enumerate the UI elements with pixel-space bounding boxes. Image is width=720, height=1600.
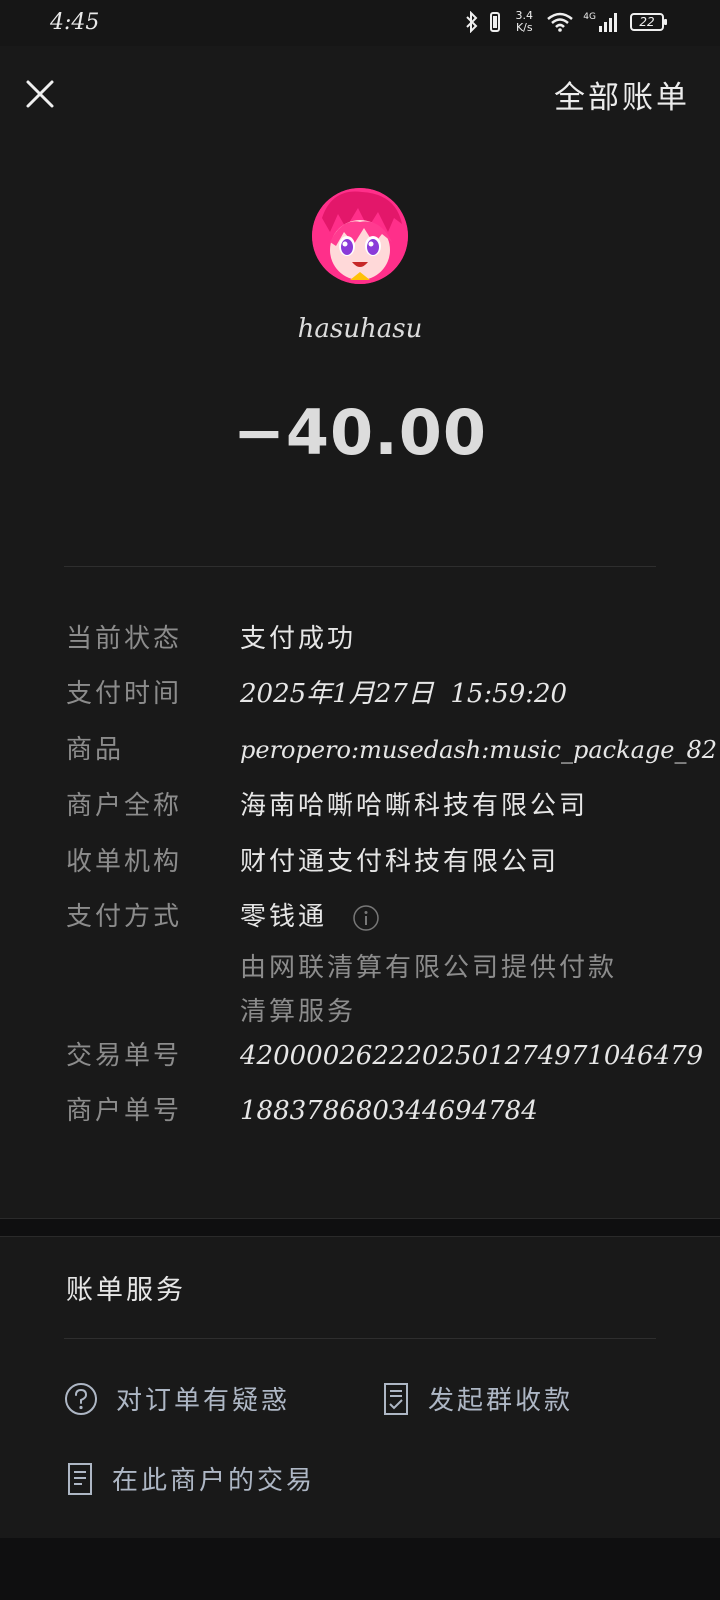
close-icon [26, 80, 54, 108]
merchant-label: 商户全称 [66, 791, 183, 821]
product-label: 商品 [66, 735, 125, 765]
acquirer-label: 收单机构 [66, 847, 183, 877]
order-question-label: 对订单有疑惑 [116, 1386, 291, 1416]
battery-indicator: 22 [630, 13, 667, 31]
section-separator [0, 1236, 720, 1237]
bluetooth-icon [466, 11, 478, 33]
payee-name: hasuhasu [297, 314, 423, 344]
group-collect-label: 发起群收款 [428, 1386, 574, 1416]
order-question-button[interactable]: 对订单有疑惑 [64, 1380, 290, 1417]
merchant-transactions-label: 在此商户的交易 [112, 1466, 316, 1496]
divider [64, 566, 656, 567]
merchant-order-label: 商户单号 [66, 1096, 183, 1126]
transaction-label: 交易单号 [66, 1041, 183, 1071]
wifi-icon [547, 12, 574, 32]
network-speed-unit: K/s [515, 21, 533, 34]
time-label: 支付时间 [66, 679, 183, 709]
merchant-transactions-button[interactable]: 在此商户的交易 [66, 1460, 315, 1497]
close-button[interactable] [20, 74, 60, 114]
signal-icon [599, 13, 617, 32]
payment-amount: −40.00 [232, 396, 488, 469]
anime-character-avatar-icon [312, 188, 408, 284]
all-bills-link[interactable]: 全部账单 [554, 72, 690, 117]
status-icons: 3.4 K/s 4G 22 [465, 10, 667, 34]
product-value: peropero:musedash:music_package_82 [240, 736, 718, 764]
avatar [312, 188, 408, 284]
network-speed: 3.4 K/s [511, 10, 537, 34]
question-circle-icon [65, 1382, 97, 1415]
merchant-order-number[interactable]: 188378680344694784 [240, 1094, 538, 1128]
method-label: 支付方式 [66, 902, 183, 932]
status-bar: 4:45 3.4 K/s 4G 22 [0, 0, 720, 46]
status-value: 支付成功 [240, 624, 357, 654]
section-separator [0, 1218, 720, 1219]
merchant-value: 海南哈嘶哈嘶科技有限公司 [240, 791, 589, 821]
divider [64, 1338, 656, 1339]
network-type: 4G [583, 12, 596, 22]
status-time: 4:45 [50, 10, 100, 35]
vibrate-icon [490, 12, 501, 32]
bill-services-title: 账单服务 [66, 1275, 186, 1306]
info-icon[interactable] [353, 905, 380, 931]
transaction-number[interactable]: 4200002622202501274971046479 [240, 1039, 703, 1073]
group-collect-button[interactable]: 发起群收款 [382, 1380, 573, 1417]
payment-method-note: 由网联清算有限公司提供付款清算服务 [240, 953, 618, 1027]
method-value: 零钱通 [240, 902, 328, 932]
checklist-document-icon [384, 1382, 408, 1415]
time-value: 2025年1月27日 15:59:20 [240, 679, 568, 709]
document-icon [68, 1462, 92, 1495]
status-label: 当前状态 [66, 624, 183, 654]
method-value-wrap: 零钱通 [240, 900, 380, 934]
acquirer-value: 财付通支付科技有限公司 [240, 847, 560, 877]
